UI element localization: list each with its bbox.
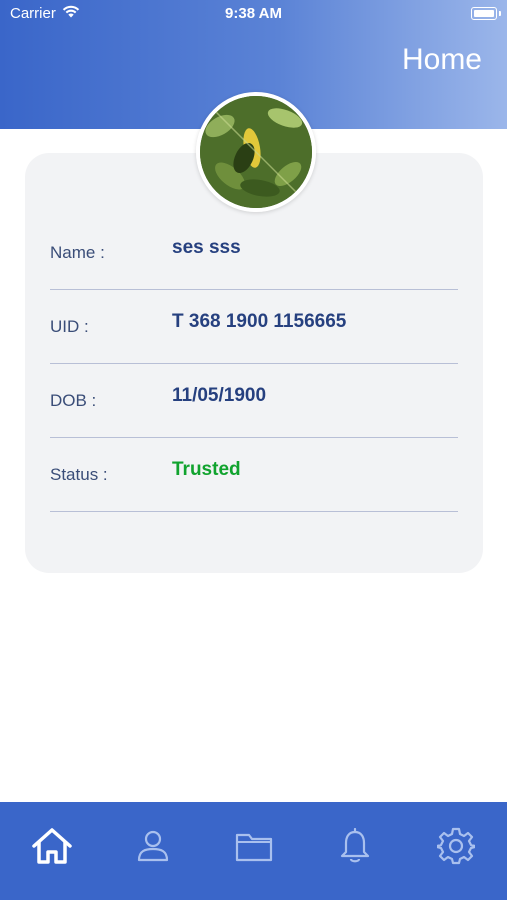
status-label: Status : <box>50 465 108 484</box>
profile-row-uid: UID : T 368 1900 1156665 <box>50 289 458 364</box>
uid-label: UID : <box>50 317 89 336</box>
uid-value: T 368 1900 1156665 <box>172 311 347 332</box>
battery-icon <box>471 7 497 20</box>
name-value: ses sss <box>172 237 241 258</box>
tab-home[interactable] <box>30 824 74 868</box>
dob-value: 11/05/1900 <box>172 385 267 406</box>
profile-row-status: Status : Trusted <box>50 437 458 512</box>
profile-row-name: Name : ses sss <box>50 215 458 290</box>
dob-label: DOB : <box>50 391 97 410</box>
battery-tip <box>499 11 501 16</box>
gear-icon <box>437 827 475 865</box>
tab-settings[interactable] <box>434 824 478 868</box>
avatar[interactable] <box>196 92 316 212</box>
page-title: Home <box>401 43 482 76</box>
profile-photo <box>200 96 312 208</box>
tab-bar <box>0 802 507 900</box>
status-time: 9:38 AM <box>225 5 282 22</box>
user-icon <box>137 830 169 862</box>
profile-row-dob: DOB : 11/05/1900 <box>50 363 458 438</box>
home-icon <box>32 828 72 864</box>
tab-profile[interactable] <box>131 824 175 868</box>
name-label: Name : <box>50 243 105 262</box>
status-bar: Carrier 9:38 AM <box>0 0 507 28</box>
tab-notifications[interactable] <box>333 824 377 868</box>
profile-card: Name : ses sss UID : T 368 1900 1156665 … <box>25 153 483 573</box>
status-badge: Trusted <box>172 459 241 480</box>
tab-documents[interactable] <box>232 824 276 868</box>
bell-icon <box>340 828 370 863</box>
folder-icon <box>235 833 273 862</box>
